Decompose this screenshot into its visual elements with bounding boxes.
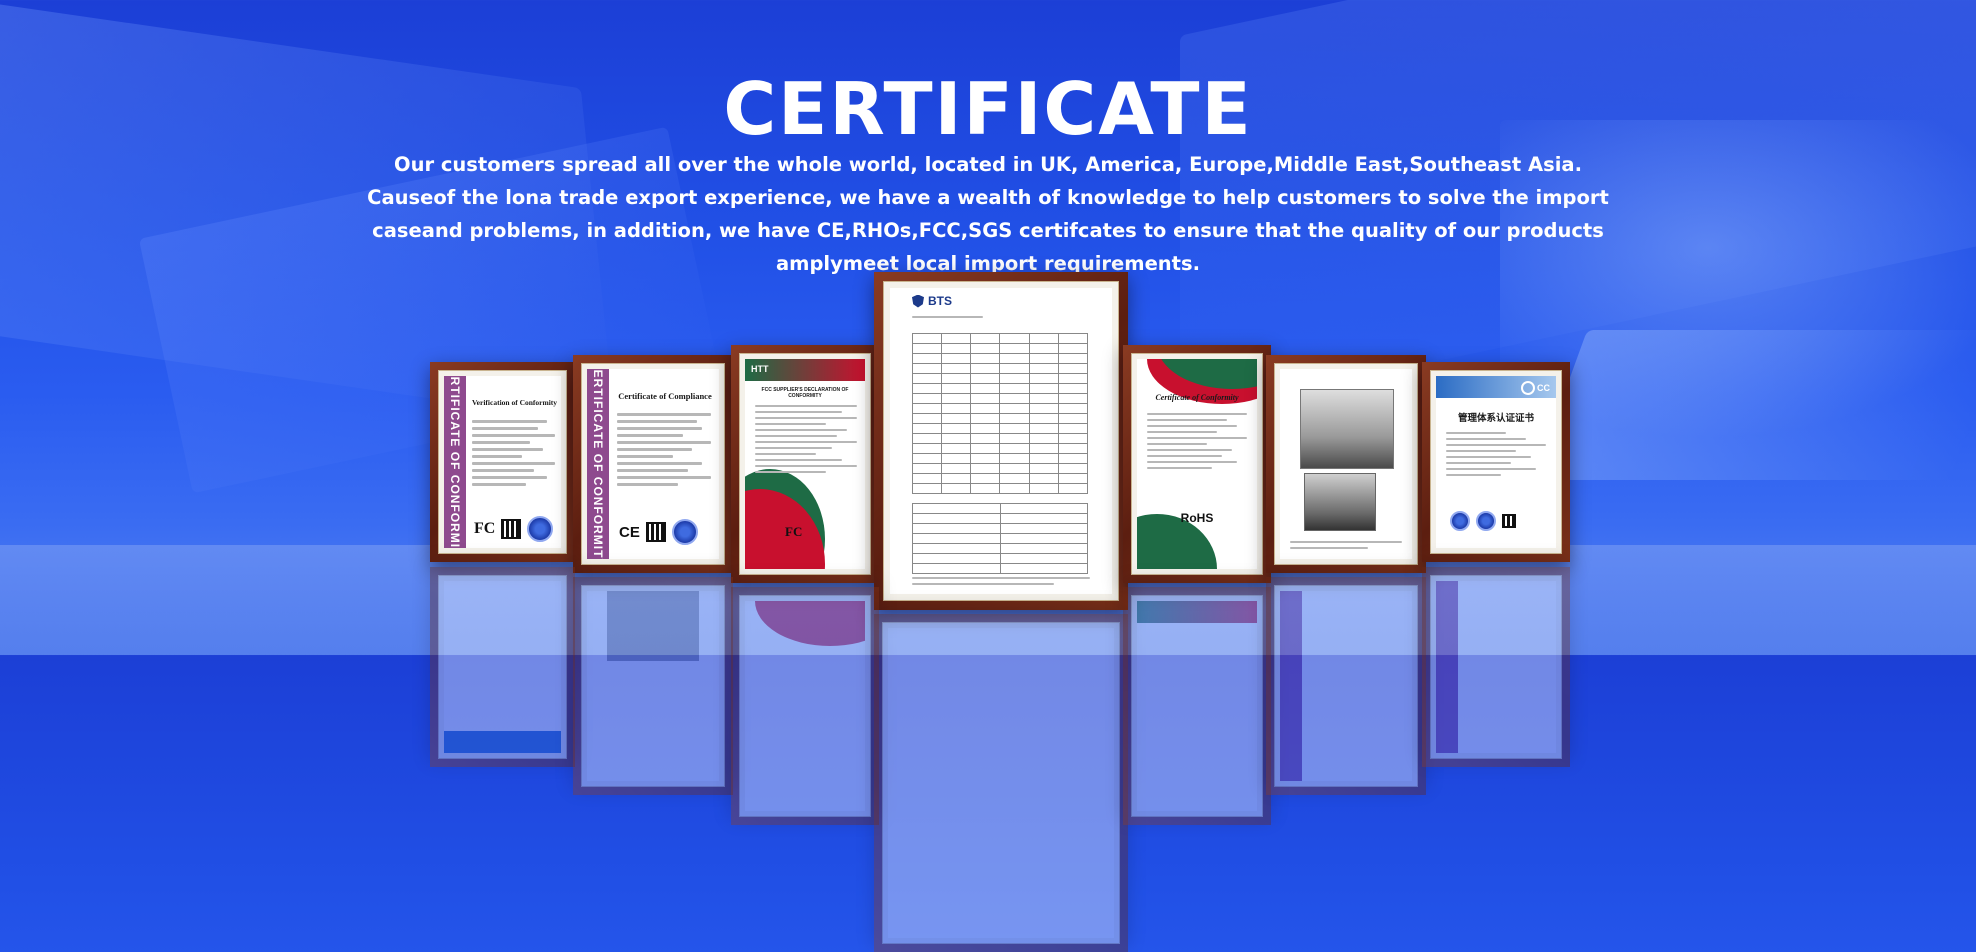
qr-code-icon	[645, 522, 666, 542]
certificate-heading: Certificate of Conformity	[1155, 393, 1239, 402]
certificate-reflection	[430, 567, 575, 767]
certificate-heading: Verification of Conformity	[471, 398, 558, 407]
certificate-reflection	[874, 614, 1128, 952]
bts-brand-logo: BTS	[928, 294, 952, 308]
rohs-mark: RoHS	[1180, 511, 1214, 525]
background-light-streak	[1532, 330, 1976, 480]
cc-logo-icon	[1521, 381, 1535, 395]
certificate-bts-test-report: BTS	[874, 272, 1128, 610]
qr-code-icon	[501, 519, 522, 539]
test-results-table	[911, 333, 1089, 494]
certificate-heading: Certificate of Compliance	[618, 391, 712, 401]
certificate-reflection	[1422, 567, 1570, 767]
page-title: CERTIFICATE	[723, 67, 1253, 152]
page-description: Our customers spread all over the whole …	[367, 152, 1609, 275]
certificate-reflection	[1266, 577, 1426, 795]
ce-logo: CE	[619, 523, 640, 541]
certificate-reflection	[573, 577, 733, 795]
certificate-fcc-declaration: HTT FCC SUPPLIER'S DECLARATION OF CONFOR…	[731, 345, 879, 583]
certificate-heading: 管理体系认证证书	[1457, 413, 1534, 424]
certificate-reflection	[1123, 587, 1271, 825]
certification-seal-icon	[1476, 511, 1496, 531]
certification-seal-icon	[671, 519, 698, 545]
machine-photo	[1304, 473, 1376, 531]
certification-seal-icon	[527, 516, 554, 542]
fcc-logo: FC	[474, 520, 496, 537]
certificate-stripe-text: CERTIFICATE OF CONFORMITY	[591, 369, 605, 559]
certificate-heading: FCC SUPPLIER'S DECLARATION OF CONFORMITY	[761, 387, 849, 399]
certification-seal-icon	[1450, 511, 1470, 531]
cc-brand-logo: CC	[1537, 383, 1550, 393]
certificate-reflection	[731, 587, 879, 825]
machine-photo	[1300, 389, 1394, 469]
htt-brand-logo: HTT	[751, 364, 769, 374]
substance-table	[912, 503, 1088, 574]
fcc-logo: FC	[785, 524, 803, 539]
certificate-product-photos	[1266, 355, 1426, 573]
certificate-management-system: CC 管理体系认证证书	[1422, 362, 1570, 562]
certificate-verification-of-conformity: CERTIFICATE OF CONFORMITY Verification o…	[430, 362, 575, 562]
certificate-stripe-text: CERTIFICATE OF CONFORMITY	[448, 376, 462, 548]
qr-code-icon	[1502, 514, 1516, 528]
certificate-of-compliance: CERTIFICATE OF CONFORMITY Certificate of…	[573, 355, 733, 573]
certificate-of-conformity-rohs: Certificate of Conformity RoHS	[1123, 345, 1271, 583]
bts-shield-icon	[912, 294, 924, 308]
